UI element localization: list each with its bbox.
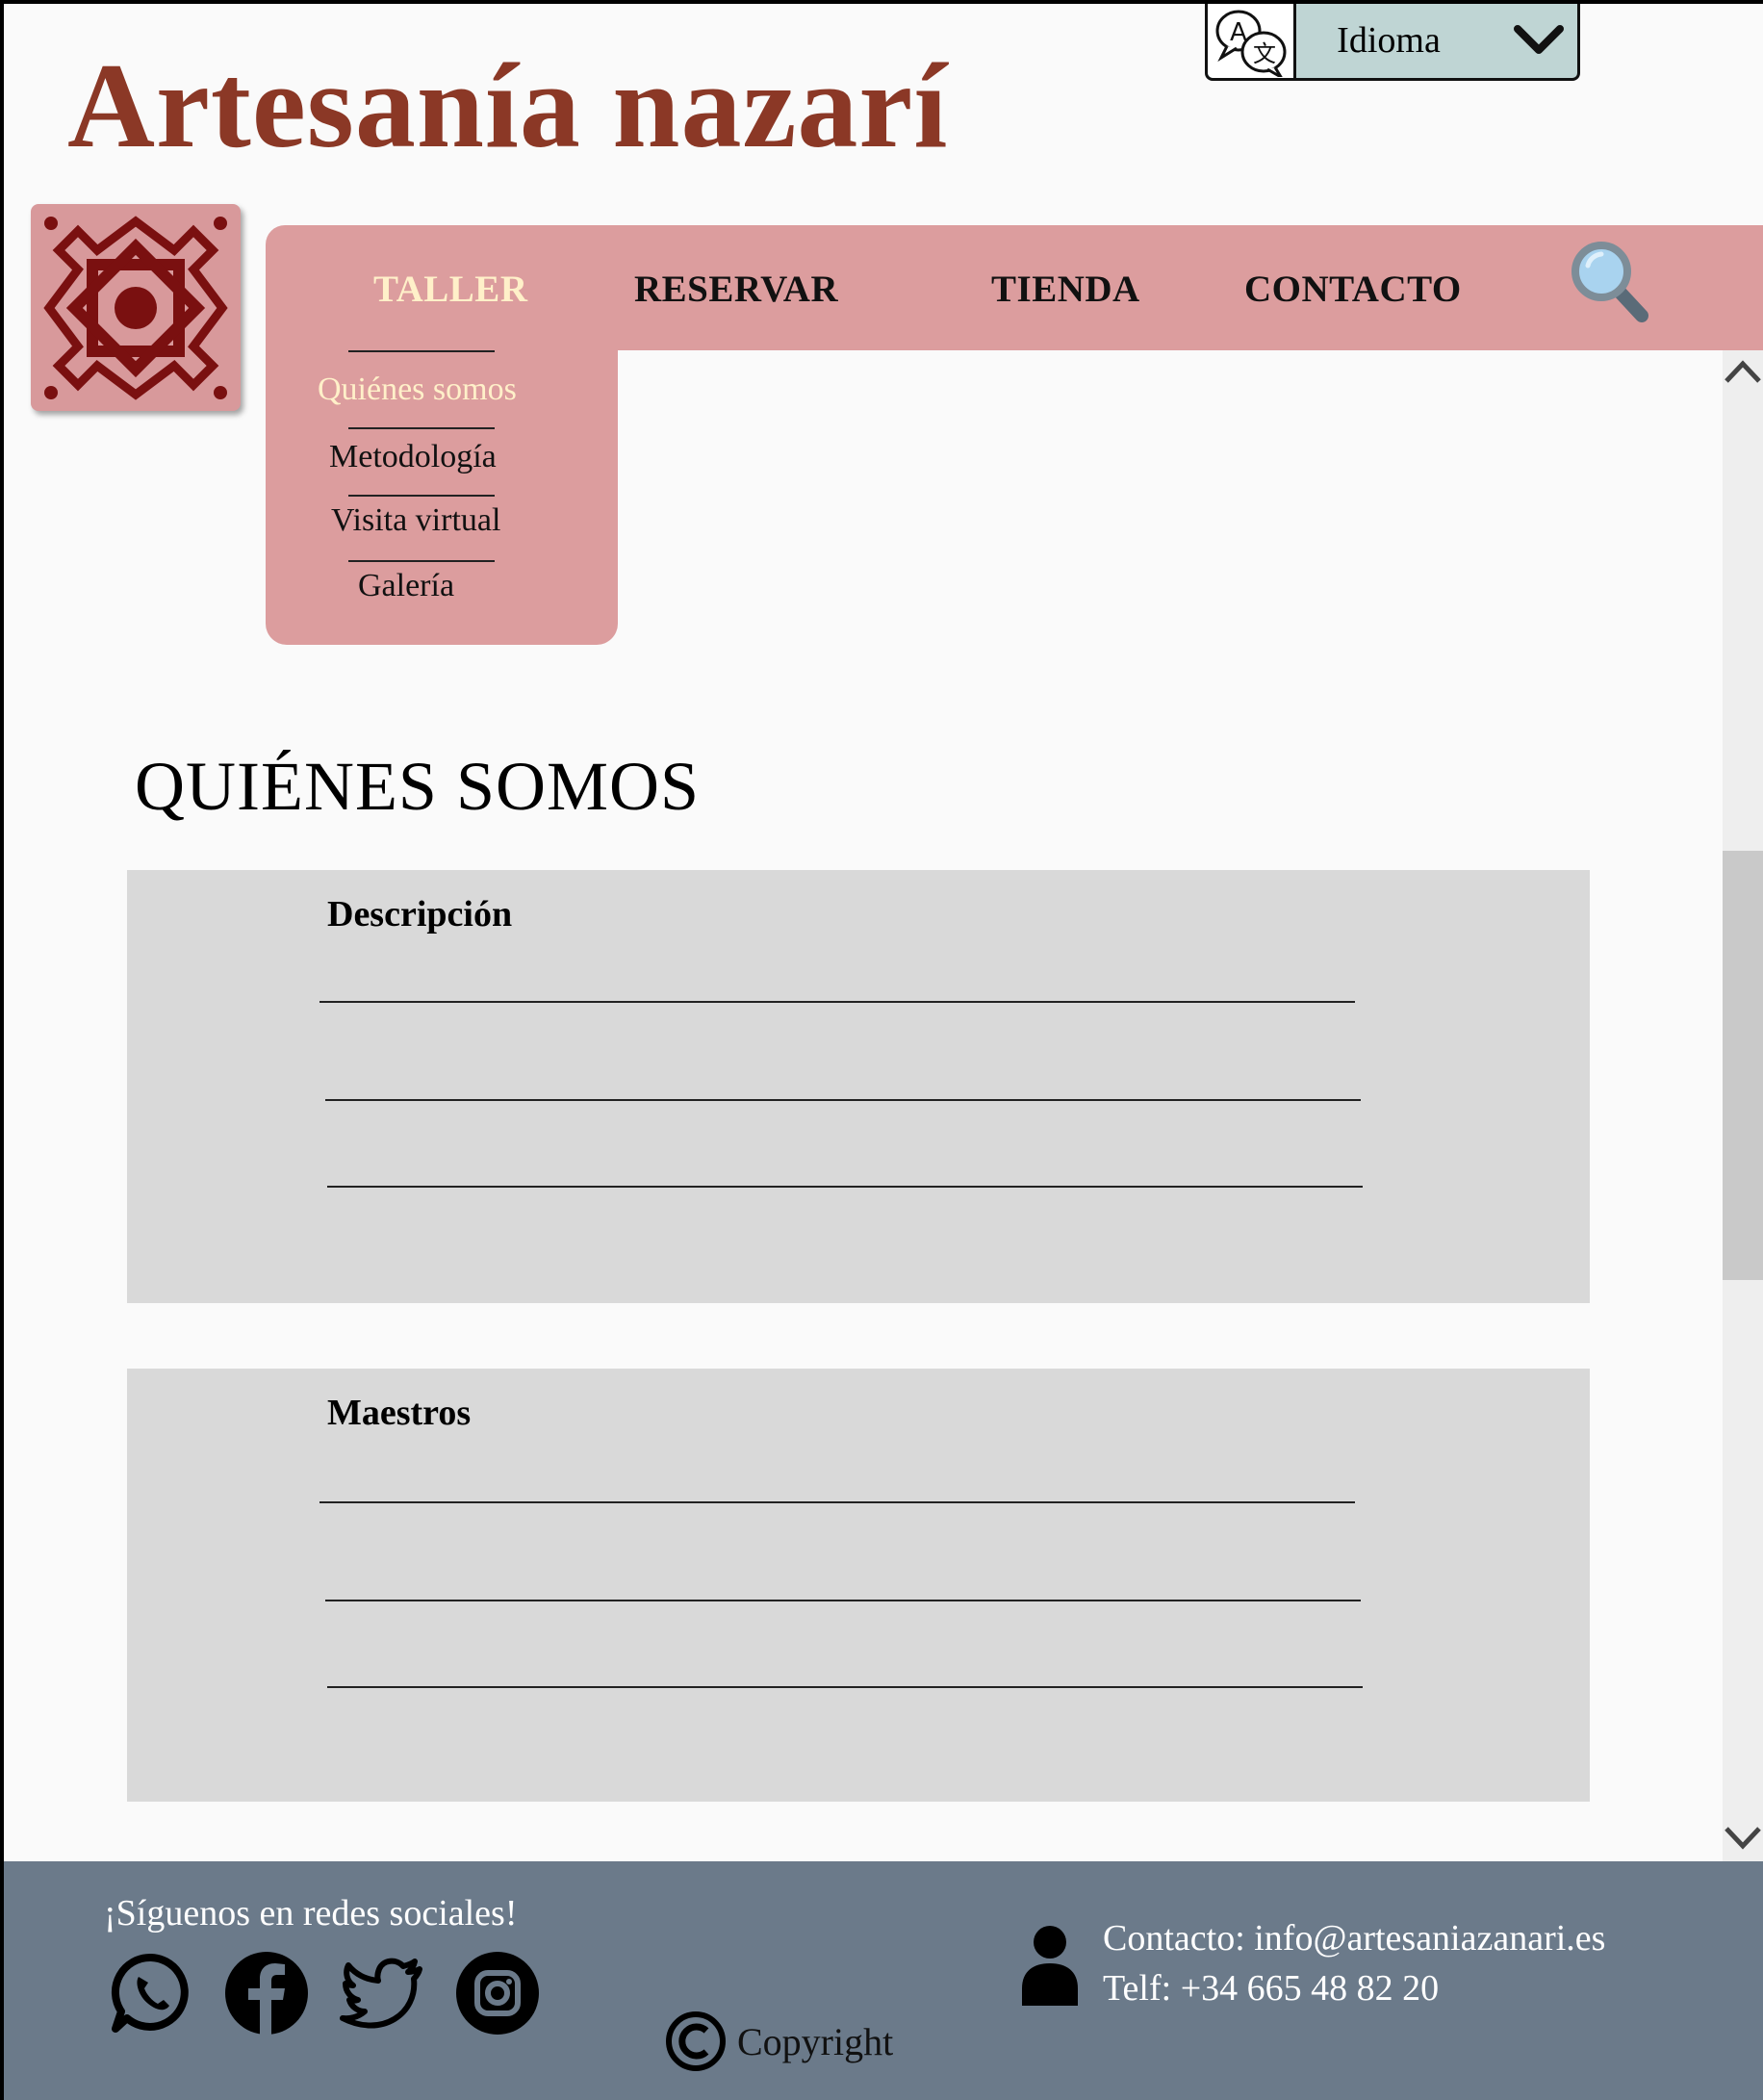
nav-taller[interactable]: TALLER bbox=[373, 268, 528, 311]
copyright-icon bbox=[666, 2011, 726, 2071]
whatsapp-icon[interactable] bbox=[108, 1950, 194, 2036]
card-title: Maestros bbox=[327, 1393, 472, 1433]
instagram-icon[interactable] bbox=[454, 1950, 541, 2036]
nav-reservar[interactable]: RESERVAR bbox=[634, 268, 838, 311]
description-card: Descripción bbox=[127, 870, 1590, 1303]
card-title: Descripción bbox=[327, 894, 513, 935]
text-placeholder-line bbox=[327, 1186, 1363, 1188]
text-placeholder-line bbox=[325, 1099, 1361, 1101]
twitter-icon[interactable] bbox=[339, 1950, 425, 2036]
submenu-quienes-somos[interactable]: Quiénes somos bbox=[318, 371, 517, 408]
text-placeholder-line bbox=[325, 1600, 1361, 1601]
person-icon bbox=[1016, 1921, 1084, 2008]
nav-tienda[interactable]: TIENDA bbox=[991, 268, 1140, 311]
svg-text:文: 文 bbox=[1253, 40, 1276, 67]
page-title: QUIÉNES SOMOS bbox=[135, 748, 701, 825]
contact-email[interactable]: Contacto: info@artesaniazanari.es bbox=[1103, 1917, 1605, 1959]
social-follow-text: ¡Síguenos en redes sociales! bbox=[104, 1893, 518, 1934]
site-title: Artesanía nazarí bbox=[67, 39, 949, 173]
submenu-visita-virtual[interactable]: Visita virtual bbox=[331, 502, 500, 539]
nav-contacto[interactable]: CONTACTO bbox=[1244, 268, 1462, 311]
tile-pattern-icon bbox=[43, 215, 228, 400]
submenu-divider bbox=[348, 350, 495, 352]
main-navigation: TALLER RESERVAR TIENDA CONTACTO bbox=[266, 225, 1763, 350]
text-placeholder-line bbox=[327, 1686, 1363, 1688]
copyright-label: Copyright bbox=[737, 2019, 894, 2063]
translate-icon: A 文 bbox=[1208, 3, 1296, 78]
text-placeholder-line bbox=[319, 1501, 1355, 1503]
contact-phone: Telf: +34 665 48 82 20 bbox=[1103, 1968, 1440, 2009]
language-label: Idioma bbox=[1337, 20, 1441, 61]
submenu-divider bbox=[348, 560, 495, 562]
search-icon bbox=[1571, 242, 1648, 322]
chevron-down-icon bbox=[1500, 3, 1577, 78]
footer: ¡Síguenos en redes sociales! Copyright C… bbox=[0, 1861, 1763, 2100]
language-selector[interactable]: A 文 Idioma bbox=[1205, 0, 1580, 81]
submenu-metodologia[interactable]: Metodología bbox=[329, 439, 497, 475]
submenu-divider bbox=[348, 427, 495, 429]
submenu-divider bbox=[348, 495, 495, 497]
text-placeholder-line bbox=[319, 1001, 1355, 1003]
copyright: Copyright bbox=[664, 2010, 893, 2073]
submenu-galeria[interactable]: Galería bbox=[358, 568, 454, 604]
scrollbar-thumb[interactable] bbox=[1723, 851, 1763, 1280]
vertical-scrollbar[interactable] bbox=[1723, 350, 1763, 1861]
taller-submenu: Quiénes somos Metodología Visita virtual… bbox=[266, 350, 618, 645]
logo[interactable] bbox=[31, 204, 241, 411]
scroll-down-icon[interactable] bbox=[1723, 1821, 1763, 1859]
masters-card: Maestros bbox=[127, 1369, 1590, 1802]
search-button[interactable] bbox=[1569, 235, 1655, 331]
facebook-icon[interactable] bbox=[223, 1950, 310, 2036]
scroll-up-icon[interactable] bbox=[1723, 350, 1763, 389]
